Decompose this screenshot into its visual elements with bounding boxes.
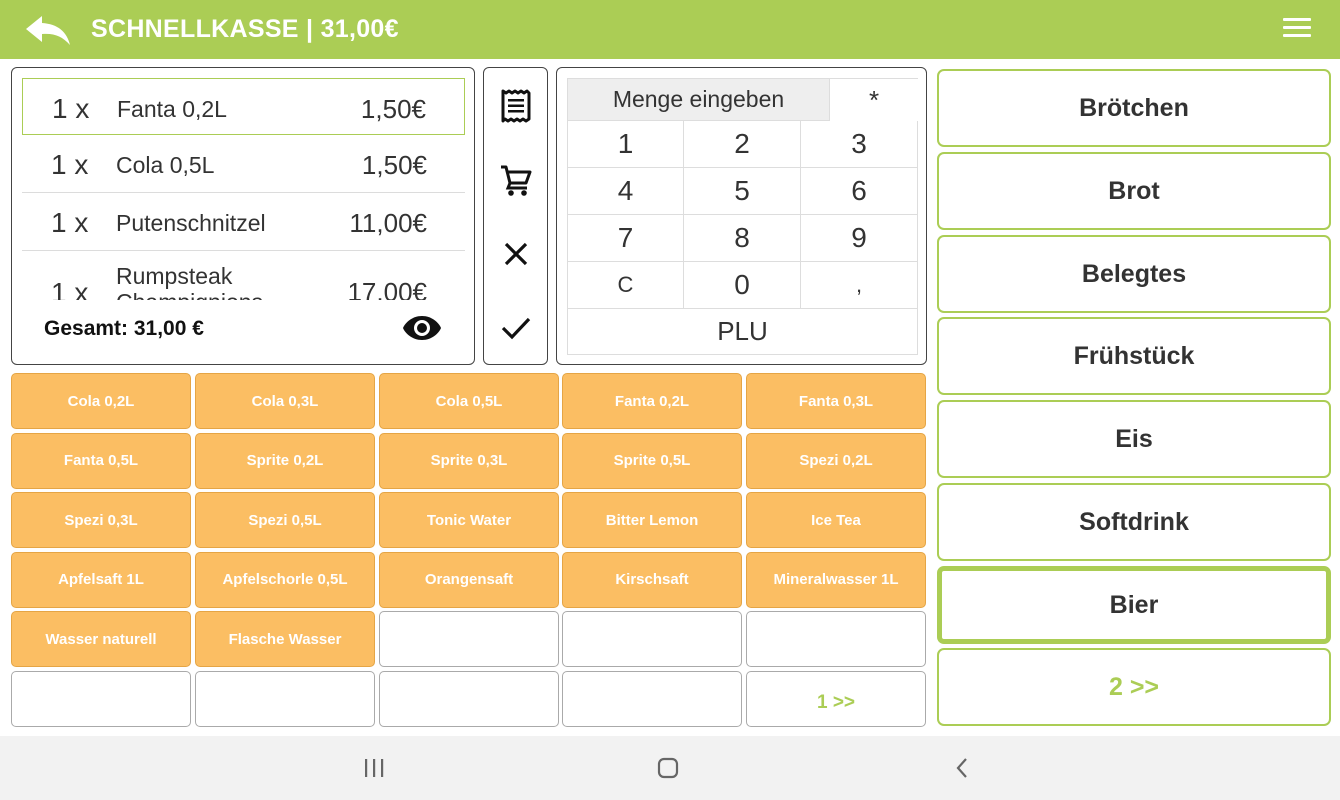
order-row[interactable]: 1 x Rumpsteak Champignions 17,00€ xyxy=(22,251,465,300)
pos-app: SCHNELLKASSE | 31,00€ 1 x Fanta 0,2L 1,50€… xyxy=(0,0,1340,800)
numpad-row: C0, xyxy=(567,262,918,309)
numpad-key[interactable]: 3 xyxy=(801,121,918,167)
empty-product-slot[interactable] xyxy=(195,670,375,727)
product-button[interactable]: Mineralwasser 1L xyxy=(746,551,926,608)
category-button[interactable]: Frühstück xyxy=(937,317,1331,395)
product-button[interactable]: Sprite 0,3L xyxy=(379,432,559,489)
category-button[interactable]: Brötchen xyxy=(937,69,1331,147)
category-button[interactable]: Eis xyxy=(937,400,1331,478)
numpad-key[interactable]: 7 xyxy=(567,215,684,261)
numpad-row: 789 xyxy=(567,215,918,262)
product-button[interactable]: Orangensaft xyxy=(379,551,559,608)
empty-product-slot[interactable] xyxy=(746,611,926,667)
product-button[interactable]: Apfelsaft 1L xyxy=(11,551,191,608)
product-button[interactable]: Wasser naturell xyxy=(11,611,191,667)
back-arrow-icon[interactable] xyxy=(24,12,72,48)
numpad-key-multiply[interactable]: * xyxy=(830,78,918,121)
numpad-key[interactable]: C xyxy=(567,262,684,308)
receipt-icon[interactable] xyxy=(484,76,547,136)
product-button[interactable]: Fanta 0,3L xyxy=(746,373,926,429)
product-next-page-button[interactable]: 1 >> xyxy=(746,670,926,727)
order-row[interactable]: 1 x Cola 0,5L 1,50€ xyxy=(22,135,465,193)
order-list[interactable]: 1 x Fanta 0,2L 1,50€ 1 x Cola 0,5L 1,50€ 1 x Pu… xyxy=(22,78,465,300)
product-button[interactable]: Sprite 0,5L xyxy=(562,432,742,489)
category-button[interactable]: Brot xyxy=(937,152,1331,230)
action-column xyxy=(483,67,548,365)
category-button[interactable]: Softdrink xyxy=(937,483,1331,561)
order-qty: 1 x xyxy=(51,207,89,238)
order-item-price: 17,00€ xyxy=(347,277,427,300)
product-button[interactable]: Tonic Water xyxy=(379,492,559,548)
order-row[interactable]: 1 x Putenschnitzel 11,00€ xyxy=(22,193,465,251)
cart-icon[interactable] xyxy=(484,150,547,210)
empty-product-slot[interactable] xyxy=(379,670,559,727)
empty-product-slot[interactable] xyxy=(379,611,559,667)
quantity-input[interactable]: Menge eingeben xyxy=(567,78,830,121)
product-button[interactable]: Spezi 0,5L xyxy=(195,492,375,548)
product-button[interactable]: Spezi 0,2L xyxy=(746,432,926,489)
category-button[interactable]: Belegtes xyxy=(937,235,1331,313)
order-item-price: 1,50€ xyxy=(360,94,426,124)
product-button[interactable]: Kirschsaft xyxy=(562,551,742,608)
order-item-name: Putenschnitzel xyxy=(116,210,266,236)
product-button[interactable]: Cola 0,5L xyxy=(379,373,559,429)
product-button[interactable]: Fanta 0,5L xyxy=(11,432,191,489)
category-next-page-button[interactable]: 2 >> xyxy=(937,648,1331,726)
numpad-key[interactable]: 6 xyxy=(801,168,918,214)
eye-icon[interactable] xyxy=(402,314,442,342)
order-panel: 1 x Fanta 0,2L 1,50€ 1 x Cola 0,5L 1,50€ 1 x Pu… xyxy=(11,67,475,365)
numpad-row: 456 xyxy=(567,168,918,215)
numpad-key[interactable]: 9 xyxy=(801,215,918,261)
product-button[interactable]: Bitter Lemon xyxy=(562,492,742,548)
checkmark-icon[interactable] xyxy=(484,298,547,358)
numpad: Menge eingeben * 123456789C0, PLU xyxy=(556,67,927,365)
numpad-grid: Menge eingeben * 123456789C0, PLU xyxy=(567,78,918,355)
numpad-key[interactable]: 0 xyxy=(684,262,801,308)
product-button[interactable]: Spezi 0,3L xyxy=(11,492,191,548)
order-item-name: Fanta 0,2L xyxy=(117,96,227,122)
empty-product-slot[interactable] xyxy=(11,670,191,727)
order-row[interactable]: 1 x Fanta 0,2L 1,50€ xyxy=(22,78,465,135)
order-total: Gesamt: 31,00 € xyxy=(44,317,204,340)
empty-product-slot[interactable] xyxy=(562,670,742,727)
product-button[interactable]: Fanta 0,2L xyxy=(562,373,742,429)
numpad-key[interactable]: 2 xyxy=(684,121,801,167)
product-button[interactable]: Flasche Wasser xyxy=(195,611,375,667)
product-button[interactable]: Sprite 0,2L xyxy=(195,432,375,489)
order-item-name: Cola 0,5L xyxy=(116,152,215,178)
order-qty: 1 x xyxy=(52,93,90,124)
order-qty: 1 x xyxy=(51,277,89,300)
top-bar: SCHNELLKASSE | 31,00€ xyxy=(0,0,1340,59)
numpad-key[interactable]: 8 xyxy=(684,215,801,261)
system-nav-bar xyxy=(0,736,1340,800)
product-button[interactable]: Ice Tea xyxy=(746,492,926,548)
numpad-row: 123 xyxy=(567,121,918,168)
page-title: SCHNELLKASSE | 31,00€ xyxy=(91,15,399,43)
order-item-price: 11,00€ xyxy=(349,208,427,238)
home-icon[interactable] xyxy=(648,752,688,784)
plu-button[interactable]: PLU xyxy=(567,309,918,355)
product-button[interactable]: Cola 0,3L xyxy=(195,373,375,429)
product-button[interactable]: Apfelschorle 0,5L xyxy=(195,551,375,608)
numpad-key[interactable]: 1 xyxy=(567,121,684,167)
chevron-left-icon[interactable] xyxy=(942,752,982,784)
order-item-price: 1,50€ xyxy=(361,150,427,180)
order-item-name: Rumpsteak Champignions xyxy=(116,263,263,300)
numpad-key[interactable]: 4 xyxy=(567,168,684,214)
recents-icon[interactable] xyxy=(354,752,394,784)
numpad-key[interactable]: , xyxy=(801,262,918,308)
close-icon[interactable] xyxy=(484,224,547,284)
category-button[interactable]: Bier xyxy=(937,566,1331,644)
product-button[interactable]: Cola 0,2L xyxy=(11,373,191,429)
hamburger-menu-icon[interactable] xyxy=(1283,18,1311,40)
empty-product-slot[interactable] xyxy=(562,611,742,667)
numpad-key[interactable]: 5 xyxy=(684,168,801,214)
order-qty: 1 x xyxy=(51,149,89,180)
